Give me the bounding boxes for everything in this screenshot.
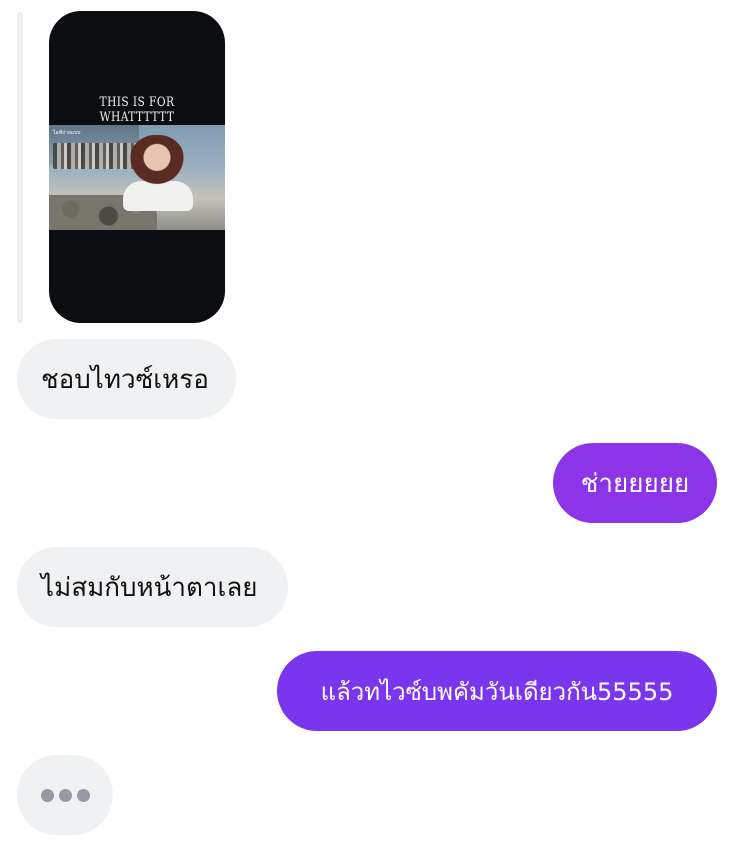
typing-dots-icon — [38, 788, 92, 802]
story-reply-card[interactable]: THIS IS FOR WHATTTTTT ไลฟ์ถ่ายแบบ — [49, 11, 225, 323]
photo-label: ไลฟ์ถ่ายแบบ — [53, 130, 81, 136]
message-text: ชอบไทวซ์เหรอ — [41, 364, 209, 395]
reply-quote-bar — [17, 12, 23, 323]
message-bubble-outgoing[interactable]: ช่ายยยยย — [553, 443, 717, 523]
story-caption: THIS IS FOR WHATTTTTT — [99, 95, 175, 125]
photo-crowd — [53, 143, 137, 169]
typing-indicator — [17, 755, 113, 835]
message-bubble-incoming[interactable]: ไม่สมกับหน้าตาเลย — [17, 547, 288, 627]
message-bubble-outgoing[interactable]: แล้วทไวซ์บพคัมวันเดียวกัน55555 — [277, 651, 717, 731]
typing-dot — [40, 788, 54, 802]
message-text: ช่ายยยยย — [580, 468, 690, 499]
typing-dot — [58, 788, 72, 802]
message-bubble-incoming[interactable]: ชอบไทวซ์เหรอ — [17, 339, 236, 419]
message-text: ไม่สมกับหน้าตาเลย — [41, 572, 258, 603]
message-text: แล้วทไวซ์บพคัมวันเดียวกัน55555 — [320, 677, 674, 706]
photo-figure — [129, 135, 185, 205]
story-photo[interactable]: ไลฟ์ถ่ายแบบ — [49, 125, 225, 230]
typing-dot — [76, 788, 90, 802]
